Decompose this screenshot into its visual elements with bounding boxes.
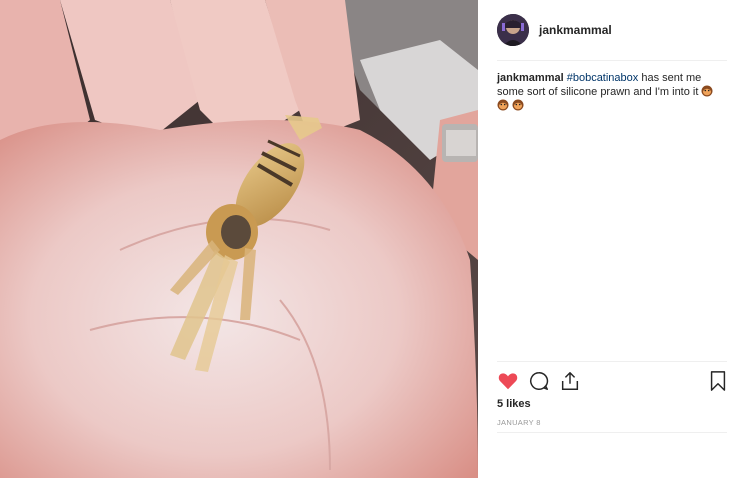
username[interactable]: jankmammal [539, 23, 612, 37]
post-photo[interactable] [0, 0, 478, 478]
caption-username[interactable]: jankmammal [497, 72, 564, 84]
comment-icon[interactable] [528, 370, 550, 392]
post-header: jankmammal [497, 13, 727, 47]
caption-hashtag[interactable]: #bobcatinabox [567, 72, 639, 84]
post-date[interactable]: JANUARY 8 [497, 418, 541, 427]
bookmark-icon[interactable] [707, 370, 729, 392]
heart-icon[interactable] [497, 370, 519, 392]
actions-divider [497, 361, 727, 362]
monkey-face-emoji-icon [701, 85, 713, 97]
avatar[interactable] [497, 14, 529, 46]
likes-count[interactable]: 5 likes [497, 398, 531, 410]
post-side-panel: jankmammal jankmammal #bobcatinabox has … [478, 0, 745, 478]
share-icon[interactable] [559, 370, 581, 392]
monkey-face-emoji-icon [497, 99, 509, 111]
footer-divider [497, 432, 727, 433]
header-divider [497, 60, 727, 61]
monkey-face-emoji-icon [512, 99, 524, 111]
post-caption: jankmammal #bobcatinabox has sent me som… [497, 71, 729, 113]
post-actions [497, 370, 729, 392]
